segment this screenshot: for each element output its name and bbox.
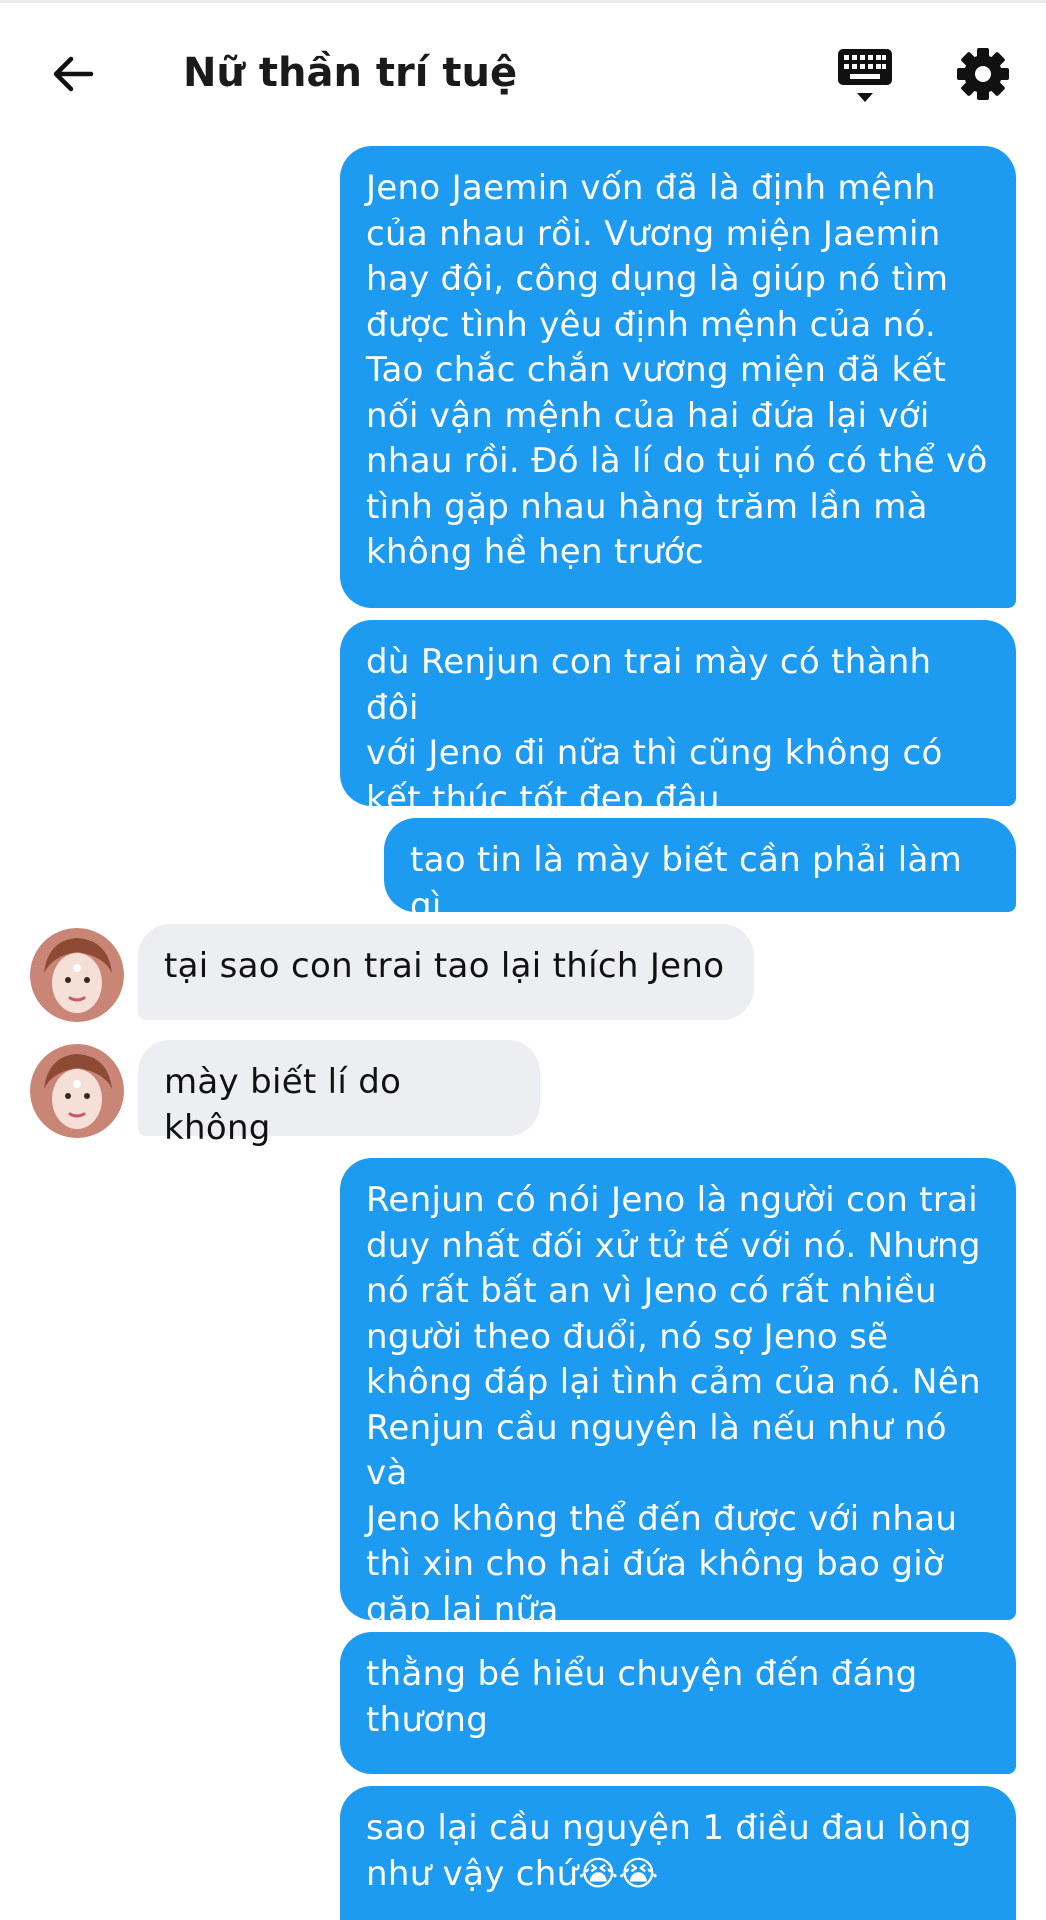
message-bubble-outgoing[interactable]: sao lại cầu nguyện 1 điều đau lòng như v… [340,1786,1016,1920]
conversation-title: Nữ thần trí tuệ [183,50,518,96]
message-bubble-outgoing[interactable]: thằng bé hiểu chuyện đến đáng thương [340,1632,1016,1774]
gear-icon [957,48,1009,100]
message-bubble-incoming[interactable]: tại sao con trai tao lại thích Jeno [138,924,754,1020]
message-bubble-outgoing[interactable]: Renjun có nói Jeno là người con trai duy… [340,1158,1016,1630]
message-bubble-incoming[interactable]: mày biết lí do không [138,1040,540,1148]
message-bubble-outgoing[interactable]: tao tin là mày biết cần phải làm gì [384,818,1016,926]
chat-header: Nữ thần trí tuệ [0,3,1046,141]
contact-avatar[interactable] [30,1044,124,1138]
keyboard-icon [838,49,892,102]
back-button[interactable] [38,39,108,109]
avatar-image [30,928,124,1022]
keyboard-button[interactable] [830,43,900,109]
message-bubble-outgoing[interactable]: dù Renjun con trai mày có thành đôi với … [340,620,1016,819]
avatar-image [30,1044,124,1138]
contact-avatar[interactable] [30,928,124,1022]
arrow-left-icon [53,56,94,92]
message-bubble-outgoing[interactable]: Jeno Jaemin vốn đã là định mệnh của nhau… [340,146,1016,608]
settings-button[interactable] [952,43,1014,105]
